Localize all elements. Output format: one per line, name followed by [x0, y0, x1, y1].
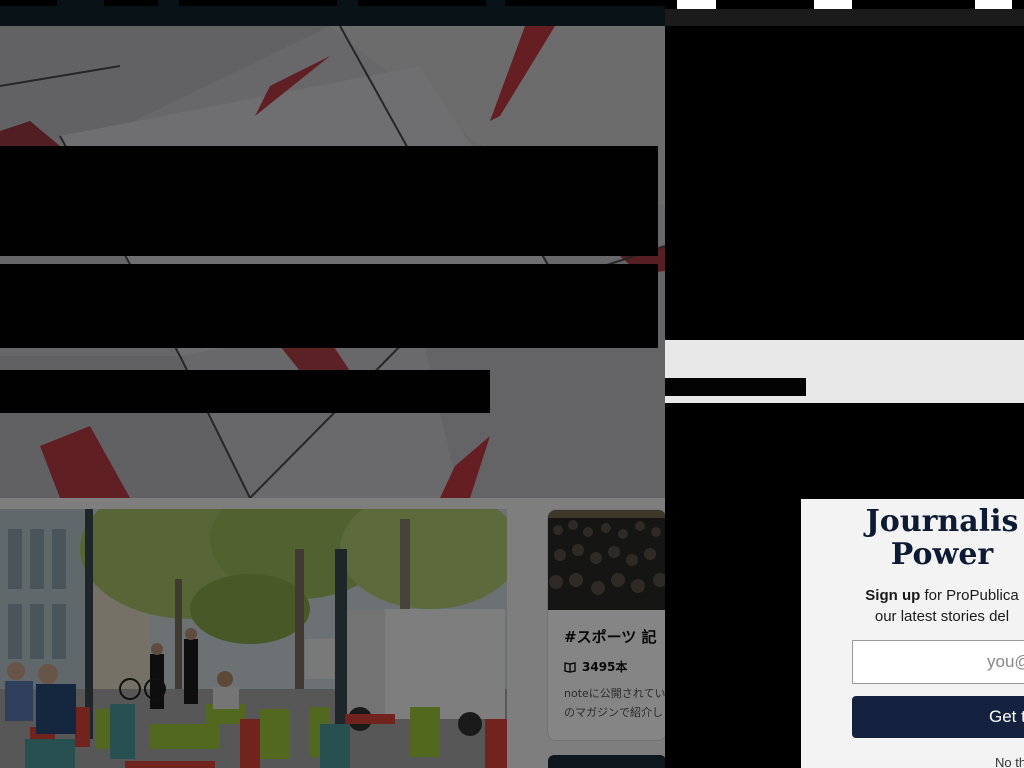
modal-title-line: Journalis — [865, 504, 1019, 539]
background-page: #スポーツ 記 3495本 noteに公開されてい のマガジンで紹介し — [0, 0, 665, 768]
redacted-text-line — [665, 378, 806, 396]
nav-item-redacted[interactable] — [852, 0, 975, 9]
nav-item-redacted[interactable] — [104, 0, 158, 6]
hero-banner — [0, 26, 665, 498]
dismiss-link[interactable]: No th — [995, 755, 1024, 768]
street-photo-card[interactable] — [0, 509, 507, 768]
nav-item-redacted[interactable] — [505, 0, 665, 6]
magazine-title[interactable]: #スポーツ 記 — [564, 626, 657, 647]
right-panel: Journalis Power Sign up for ProPublica o… — [665, 0, 1024, 768]
nav-item-redacted[interactable] — [1012, 0, 1024, 9]
email-field[interactable] — [852, 640, 1024, 684]
magazine-description: noteに公開されてい のマガジンで紹介し — [564, 684, 665, 722]
article-count: 3495本 — [564, 658, 627, 675]
book-icon — [564, 661, 576, 673]
nav-item-redacted[interactable] — [665, 0, 677, 9]
newsletter-signup-modal: Journalis Power Sign up for ProPublica o… — [801, 499, 1024, 768]
nav-item-redacted[interactable] — [716, 0, 814, 9]
hero-headline-redacted — [0, 146, 658, 256]
description-line: のマガジンで紹介し — [564, 706, 663, 719]
nav-item-redacted[interactable] — [179, 0, 337, 6]
modal-description-line: our latest stories del — [874, 608, 1010, 625]
magazine-card[interactable]: #スポーツ 記 3495本 noteに公開されてい のマガジンで紹介し — [548, 510, 665, 740]
right-subheader-bar — [665, 9, 1024, 26]
top-navigation-bar — [0, 0, 665, 26]
hero-caption-redacted — [0, 370, 490, 413]
nav-item-redacted[interactable] — [0, 0, 57, 6]
modal-title: Journalis Power — [801, 505, 1024, 571]
hero-subheadline-redacted — [0, 264, 658, 348]
stadium-crowd-thumbnail — [548, 510, 665, 610]
modal-description-bold: Sign up — [865, 587, 921, 604]
nav-item-redacted[interactable] — [358, 0, 486, 6]
article-count-value: 3495本 — [582, 660, 628, 674]
hero-geometric-background — [0, 26, 665, 498]
modal-description: Sign up for ProPublica our latest storie… — [801, 585, 1024, 627]
redacted-region — [665, 26, 1024, 340]
modal-title-line: Power — [890, 537, 994, 572]
modal-description-text: for ProPublica — [920, 587, 1019, 604]
signup-button[interactable]: Get t — [852, 696, 1024, 738]
street-cafe-photo — [0, 509, 507, 768]
next-card-preview[interactable] — [548, 755, 665, 768]
description-line: noteに公開されてい — [564, 687, 665, 700]
